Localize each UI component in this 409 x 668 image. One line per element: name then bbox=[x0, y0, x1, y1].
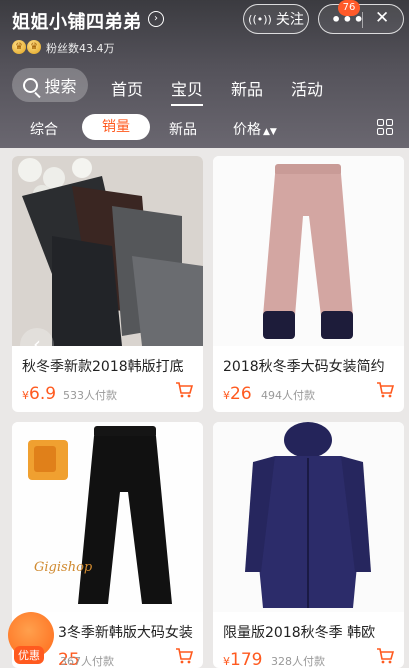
search-icon bbox=[23, 77, 39, 93]
tab-new[interactable]: 新品 bbox=[231, 76, 263, 100]
sort-arrows-icon: ▲▼ bbox=[263, 127, 277, 137]
deal-label[interactable]: 优惠 bbox=[14, 646, 44, 664]
product-title: 限量版2018秋冬季 韩欧 bbox=[223, 625, 376, 641]
black-pants-photo bbox=[12, 422, 203, 612]
sold-count: 533人付款 bbox=[63, 389, 117, 402]
miniapp-capsule: ••• ✕ bbox=[318, 4, 404, 34]
follow-label: 关注 bbox=[275, 12, 304, 28]
navy-coat-photo bbox=[213, 422, 404, 612]
product-price: ¥6.9 bbox=[22, 384, 57, 404]
product-image bbox=[12, 156, 203, 346]
crown-icon: ♛ bbox=[12, 40, 26, 54]
search-button[interactable]: 搜索 bbox=[12, 68, 88, 102]
product-image bbox=[213, 156, 404, 346]
pink-pants-photo bbox=[213, 156, 404, 346]
sort-price[interactable]: 价格 ▲▼ bbox=[233, 119, 277, 139]
product-price: ¥26 bbox=[223, 384, 252, 404]
grid-view-icon[interactable] bbox=[377, 119, 393, 135]
sort-new[interactable]: 新品 bbox=[169, 119, 197, 139]
sort-sales[interactable]: 销量 bbox=[82, 114, 150, 140]
sold-count: 367人付款 bbox=[60, 655, 114, 668]
close-icon[interactable]: ✕ bbox=[375, 8, 389, 28]
product-card[interactable]: 秋冬季新款2018韩版打底 ¥6.9 533人付款 bbox=[12, 156, 203, 412]
crown-icon: ♛ bbox=[27, 40, 41, 54]
cart-icon[interactable] bbox=[175, 647, 193, 665]
sort-overall[interactable]: 综合 bbox=[30, 119, 58, 139]
product-image bbox=[213, 422, 404, 612]
sort-price-label: 价格 bbox=[233, 122, 261, 138]
product-title: 2018秋冬季大码女装简约 bbox=[223, 359, 385, 375]
sold-count: 328人付款 bbox=[271, 655, 325, 668]
leggings-photo bbox=[12, 156, 203, 346]
product-title: 3冬季新韩版大码女装 bbox=[58, 625, 193, 641]
broadcast-icon: ((•)) bbox=[248, 12, 272, 26]
sold-count: 494人付款 bbox=[261, 389, 315, 402]
product-card[interactable]: 2018秋冬季大码女装简约 ¥26 494人付款 bbox=[213, 156, 404, 412]
notification-badge: 76 bbox=[338, 0, 360, 16]
follow-button[interactable]: ((•)) 关注 bbox=[243, 4, 309, 34]
chevron-right-icon[interactable]: › bbox=[148, 11, 164, 27]
chevron-left-icon[interactable]: ‹ bbox=[20, 328, 54, 362]
watermark: Gigishop bbox=[34, 560, 93, 575]
cart-icon[interactable] bbox=[175, 381, 193, 399]
store-name[interactable]: 姐姐小铺四弟弟 bbox=[12, 8, 142, 34]
product-price: ¥179 bbox=[223, 650, 263, 668]
product-card[interactable]: 限量版2018秋冬季 韩欧 ¥179 328人付款 bbox=[213, 422, 404, 668]
crown-rating: ♛ ♛ bbox=[12, 40, 41, 54]
search-label: 搜索 bbox=[44, 77, 77, 96]
fans-count: 粉丝数43.4万 bbox=[46, 42, 115, 55]
product-image: Gigishop bbox=[12, 422, 203, 612]
tab-events[interactable]: 活动 bbox=[291, 76, 323, 100]
product-title: 秋冬季新款2018韩版打底 bbox=[22, 359, 184, 375]
cart-icon[interactable] bbox=[376, 381, 394, 399]
tab-home[interactable]: 首页 bbox=[111, 76, 143, 100]
divider bbox=[362, 12, 363, 28]
tab-products[interactable]: 宝贝 bbox=[171, 76, 204, 106]
cart-icon[interactable] bbox=[376, 647, 394, 665]
